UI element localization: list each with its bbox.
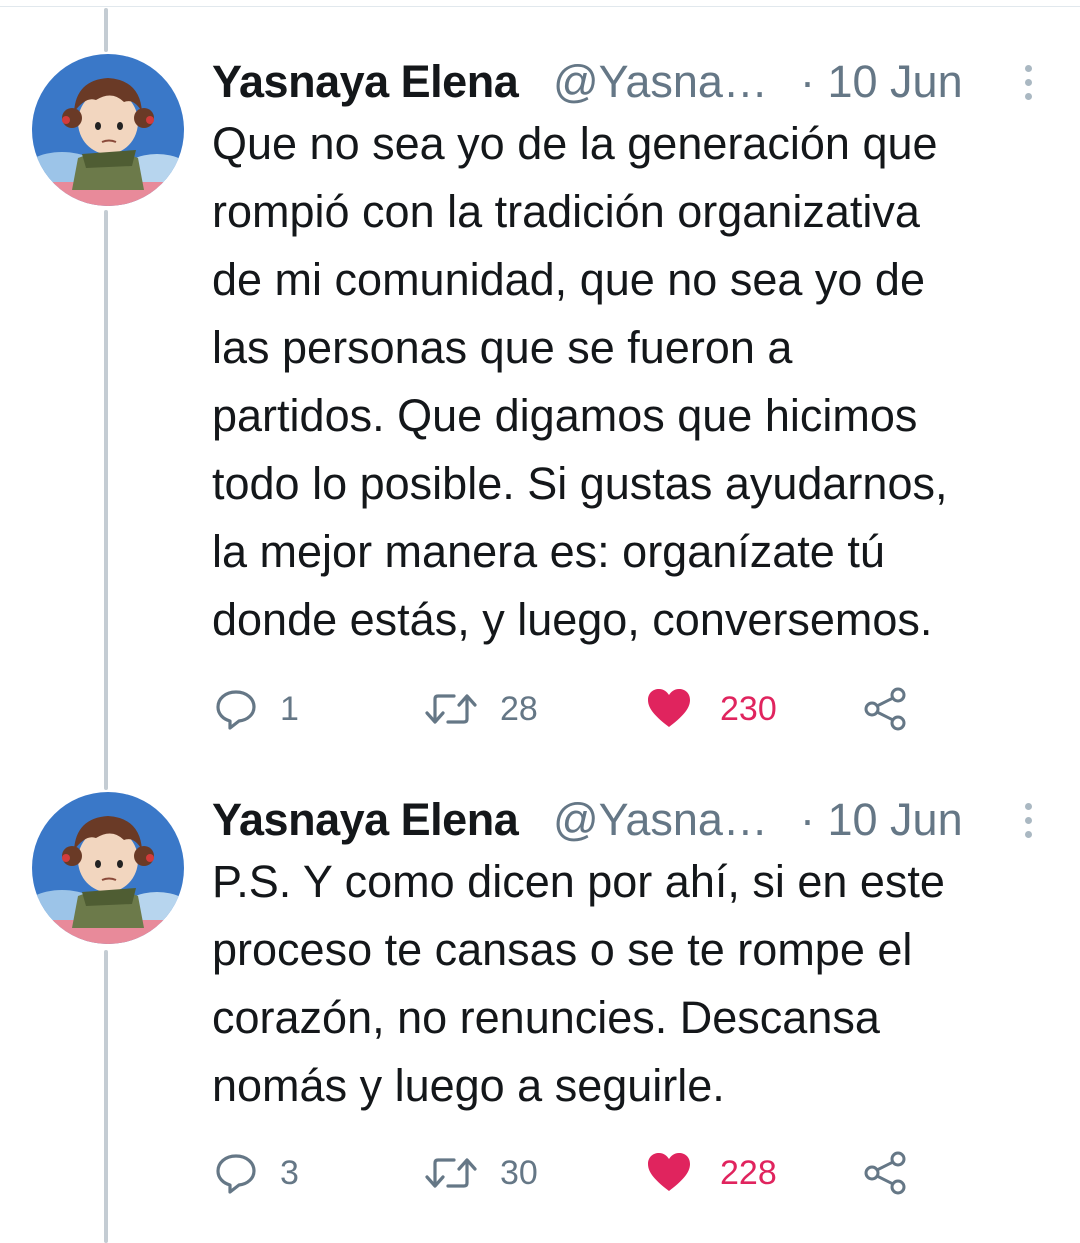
reply-count: 3 <box>280 1154 299 1192</box>
retweet-button[interactable]: 28 <box>424 684 538 734</box>
tweet-actions: 3 30 228 <box>0 1148 1080 1198</box>
tweet-text: P.S. Y como dicen por ahí, si en este pr… <box>212 856 945 1111</box>
share-icon <box>864 687 906 731</box>
retweet-icon <box>425 694 477 724</box>
like-button[interactable]: 228 <box>646 1148 777 1198</box>
heart-icon <box>648 1153 690 1191</box>
reply-icon <box>216 1154 256 1194</box>
author-name[interactable]: Yasnaya Elena <box>212 54 519 110</box>
reply-button[interactable]: 3 <box>214 1148 299 1198</box>
retweet-button[interactable]: 30 <box>424 1148 538 1198</box>
tweet-text: Que no sea yo de la generación que rompi… <box>212 118 948 645</box>
like-count: 228 <box>720 1154 777 1192</box>
reply-count: 1 <box>280 690 299 728</box>
tweet-header: Yasnaya Elena @Yasna… · 10 Jun <box>212 792 1052 848</box>
reply-icon <box>216 690 256 730</box>
reply-button[interactable]: 1 <box>214 684 299 734</box>
heart-icon <box>648 689 690 727</box>
share-icon <box>864 1151 906 1195</box>
more-icon[interactable] <box>1008 798 1048 842</box>
like-count: 230 <box>720 690 777 728</box>
thread-line <box>104 950 108 1243</box>
tweet-actions: 1 28 230 <box>0 684 1080 734</box>
thread-line <box>104 8 108 52</box>
avatar[interactable] <box>32 54 184 206</box>
share-button[interactable] <box>862 684 910 734</box>
retweet-icon <box>425 1158 477 1188</box>
tweet-header: Yasnaya Elena @Yasna… · 10 Jun <box>212 54 1052 110</box>
retweet-count: 28 <box>500 690 538 728</box>
top-divider <box>0 6 1080 7</box>
more-icon[interactable] <box>1008 60 1048 104</box>
avatar[interactable] <box>32 792 184 944</box>
author-name[interactable]: Yasnaya Elena <box>212 792 519 848</box>
retweet-count: 30 <box>500 1154 538 1192</box>
share-button[interactable] <box>862 1148 910 1198</box>
tweet-date[interactable]: · 10 Jun <box>800 792 963 848</box>
author-handle[interactable]: @Yasna… <box>553 792 768 848</box>
author-handle[interactable]: @Yasna… <box>553 54 768 110</box>
like-button[interactable]: 230 <box>646 684 777 734</box>
tweet-date[interactable]: · 10 Jun <box>800 54 963 110</box>
